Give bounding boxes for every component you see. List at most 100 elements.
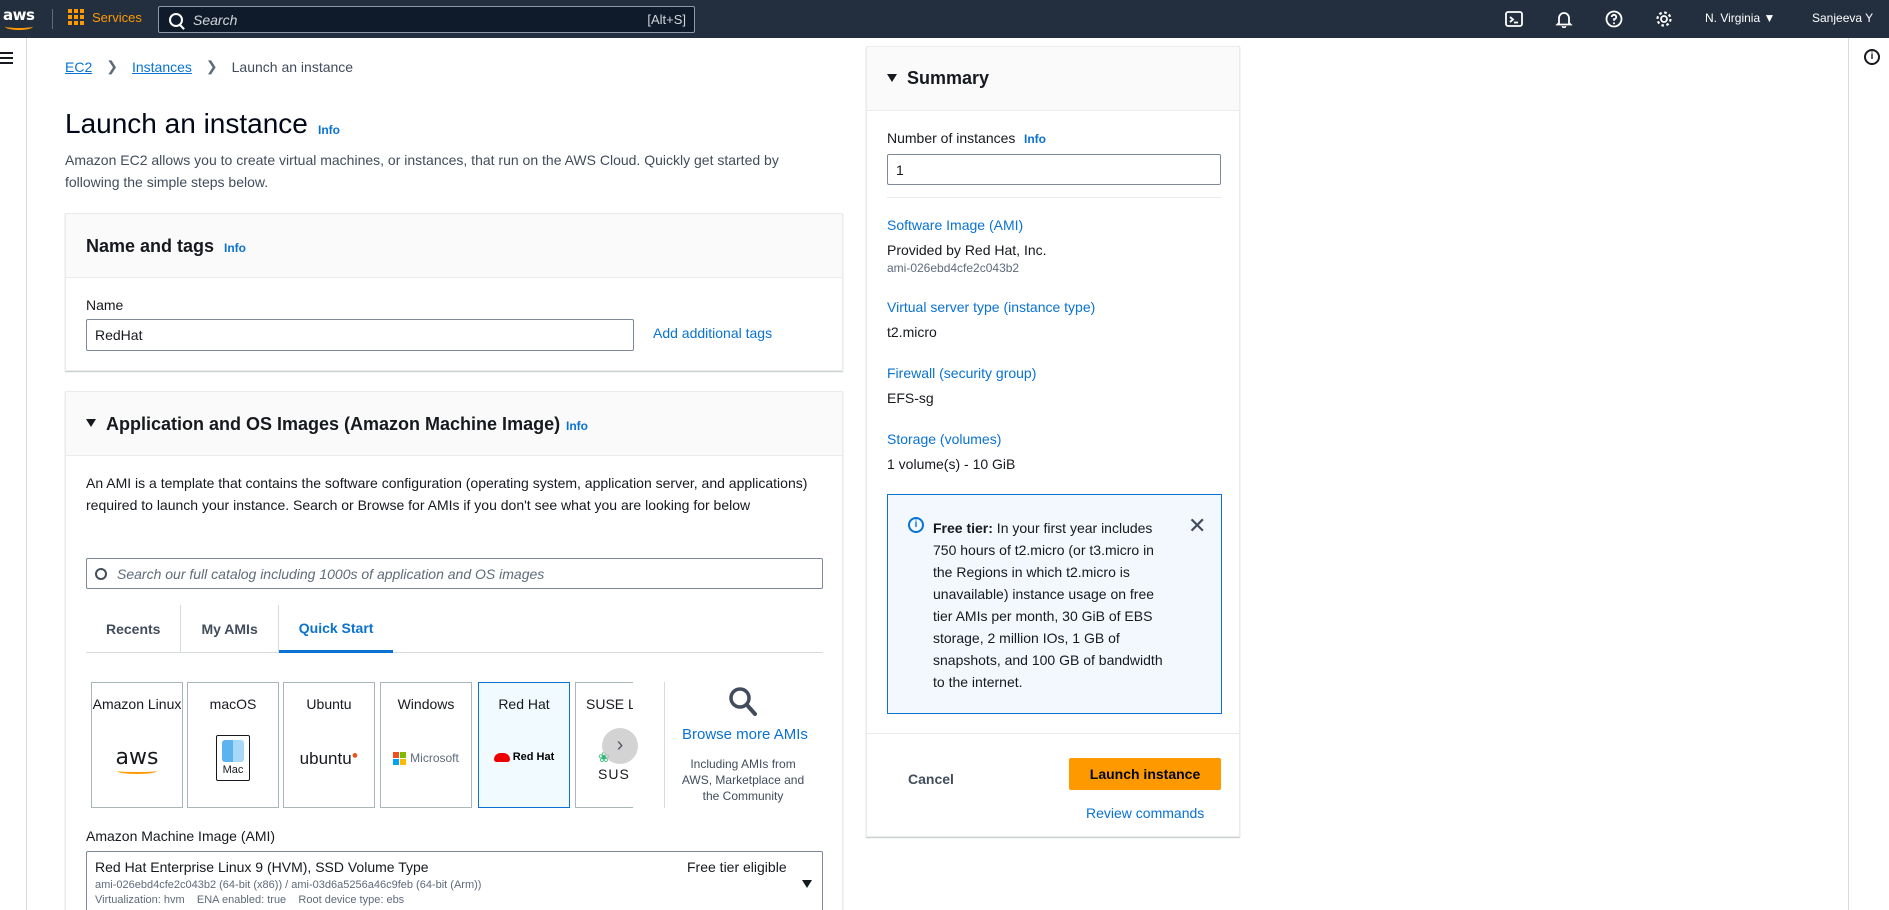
top-navigation: aws Services Search [Alt+S] N. Virginia …	[0, 0, 1889, 38]
cancel-button[interactable]: Cancel	[908, 771, 954, 787]
ubuntu-logo-icon: ubuntu●	[299, 749, 359, 768]
ami-selected-meta: Virtualization: hvm ENA enabled: true Ro…	[95, 894, 405, 906]
name-input[interactable]: RedHat	[86, 319, 634, 351]
summary-title: Summary	[907, 68, 990, 88]
ami-select-dropdown[interactable]: Red Hat Enterprise Linux 9 (HVM), SSD Vo…	[86, 851, 823, 910]
software-image-id: ami-026ebd4cfe2c043b2	[887, 261, 1020, 275]
mac-finder-icon: Mac	[188, 735, 278, 781]
summary-footer: Cancel Launch instance Review commands	[867, 733, 1239, 837]
breadcrumb-current: Launch an instance	[231, 58, 354, 75]
ami-description: An AMI is a template that contains the s…	[86, 475, 808, 513]
instance-type-link[interactable]: Virtual server type (instance type)	[887, 299, 1095, 315]
os-tile-label: Ubuntu	[306, 696, 352, 712]
num-instances-info-link[interactable]: Info	[1024, 132, 1046, 146]
os-tile-label: Amazon Linux	[92, 696, 182, 712]
dropdown-caret-icon	[802, 880, 812, 888]
os-tile-label: Red Hat	[498, 696, 550, 712]
aws-smile-icon	[5, 23, 33, 30]
os-tile-windows[interactable]: Windows Microsoft	[380, 682, 472, 808]
services-label: Services	[92, 9, 142, 25]
breadcrumb-ec2[interactable]: EC2	[65, 59, 92, 75]
services-menu-button[interactable]: Services	[68, 9, 142, 25]
ami-selected-ids: ami-026ebd4cfe2c043b2 (64-bit (x86)) / a…	[95, 879, 482, 891]
tab-quick-start[interactable]: Quick Start	[278, 605, 394, 653]
notifications-bell-icon[interactable]	[1555, 10, 1573, 28]
breadcrumb: EC2 ❯ Instances ❯ Launch an instance	[65, 58, 353, 75]
free-tier-text: Free tier: In your first year includes 7…	[933, 520, 1163, 690]
region-label: N. Virginia	[1705, 11, 1761, 25]
firewall-link[interactable]: Firewall (security group)	[887, 365, 1036, 381]
account-menu[interactable]: Sanjeeva Y	[1812, 11, 1873, 25]
chevron-right-icon: ❯	[205, 58, 218, 74]
aws-logo-icon: aws	[92, 745, 182, 774]
page-description: Amazon EC2 allows you to create virtual …	[65, 152, 779, 190]
cloudshell-icon[interactable]	[1505, 10, 1523, 28]
aws-logo[interactable]: aws	[3, 6, 37, 32]
grid-icon	[68, 9, 84, 25]
user-name: Sanjeeva Y	[1812, 11, 1874, 25]
os-tile-red-hat[interactable]: Red Hat Red Hat	[478, 682, 570, 808]
add-additional-tags-link[interactable]: Add additional tags	[653, 325, 772, 341]
storage-link[interactable]: Storage (volumes)	[887, 431, 1001, 447]
firewall-value: EFS-sg	[887, 390, 934, 406]
name-and-tags-header: Name and tags Info	[66, 214, 842, 278]
ami-selected-name: Red Hat Enterprise Linux 9 (HVM), SSD Vo…	[95, 859, 429, 875]
breadcrumb-instances[interactable]: Instances	[132, 59, 192, 75]
nav-divider	[52, 9, 53, 29]
os-tile-amazon-linux[interactable]: Amazon Linux aws	[91, 682, 183, 808]
browse-search-icon	[729, 687, 757, 716]
launch-instance-button[interactable]: Launch instance	[1069, 758, 1221, 790]
name-tags-info-link[interactable]: Info	[224, 241, 246, 255]
redhat-logo-icon: Red Hat	[479, 751, 569, 763]
ami-search-placeholder: Search our full catalog including 1000s …	[117, 565, 545, 582]
info-icon: i	[908, 517, 924, 533]
ami-search-input[interactable]: Search our full catalog including 1000s …	[86, 558, 823, 589]
name-and-tags-panel: Name and tags Info Name RedHat Add addit…	[65, 213, 843, 371]
summary-divider	[887, 197, 1221, 198]
close-icon[interactable]: ✕	[1188, 513, 1206, 539]
info-panel-icon[interactable]: i	[1864, 49, 1880, 65]
help-icon[interactable]	[1605, 10, 1623, 28]
page-title: Launch an instance	[65, 108, 308, 139]
aws-logo-text: aws	[3, 6, 35, 24]
settings-gear-icon[interactable]	[1655, 10, 1673, 28]
region-selector[interactable]: N. Virginia ▼	[1705, 11, 1775, 25]
review-commands-link[interactable]: Review commands	[1086, 805, 1204, 821]
search-icon	[95, 567, 107, 580]
summary-panel: Summary Number of instances Info 1 Softw…	[866, 46, 1240, 837]
scroll-right-chevron-icon[interactable]: ›	[602, 728, 638, 764]
os-tile-label: macOS	[209, 696, 257, 712]
num-instances-input[interactable]: 1	[887, 154, 1221, 185]
microsoft-logo-icon: Microsoft	[381, 751, 471, 765]
software-image-value: Provided by Red Hat, Inc.	[887, 242, 1047, 258]
software-image-link[interactable]: Software Image (AMI)	[887, 217, 1023, 233]
storage-value: 1 volume(s) - 10 GiB	[887, 456, 1016, 472]
os-tile-label: Windows	[397, 696, 455, 712]
num-instances-label: Number of instances	[887, 130, 1016, 146]
browse-more-description: Including AMIs from AWS, Marketplace and…	[681, 757, 805, 803]
os-tile-macos[interactable]: macOS Mac	[187, 682, 279, 808]
ami-tabs: Recents My AMIs Quick Start	[86, 605, 823, 653]
caret-down-icon	[86, 419, 96, 427]
instance-type-value: t2.micro	[887, 324, 937, 340]
tab-my-amis[interactable]: My AMIs	[181, 605, 279, 653]
tab-recents[interactable]: Recents	[86, 605, 182, 653]
hamburger-menu-icon[interactable]	[0, 52, 13, 64]
right-rail: i	[1848, 38, 1889, 910]
left-rail	[0, 38, 27, 910]
ami-info-link[interactable]: Info	[566, 419, 588, 433]
caret-down-icon	[887, 74, 897, 82]
page-info-link[interactable]: Info	[318, 123, 340, 137]
search-icon	[169, 12, 183, 27]
summary-header[interactable]: Summary	[867, 47, 1239, 111]
browse-more-amis-link[interactable]: Browse more AMIs	[682, 726, 808, 743]
free-tier-eligible-badge: Free tier eligible	[687, 859, 787, 875]
os-tile-ubuntu[interactable]: Ubuntu ubuntu●	[283, 682, 375, 808]
ami-select-label: Amazon Machine Image (AMI)	[86, 828, 276, 844]
name-and-tags-title: Name and tags	[86, 236, 215, 256]
name-label: Name	[86, 297, 124, 313]
chevron-right-icon: ❯	[106, 58, 118, 74]
tiles-divider	[664, 682, 665, 808]
ami-header[interactable]: Application and OS Images (Amazon Machin…	[66, 392, 842, 456]
global-search-input[interactable]: Search [Alt+S]	[158, 6, 695, 33]
